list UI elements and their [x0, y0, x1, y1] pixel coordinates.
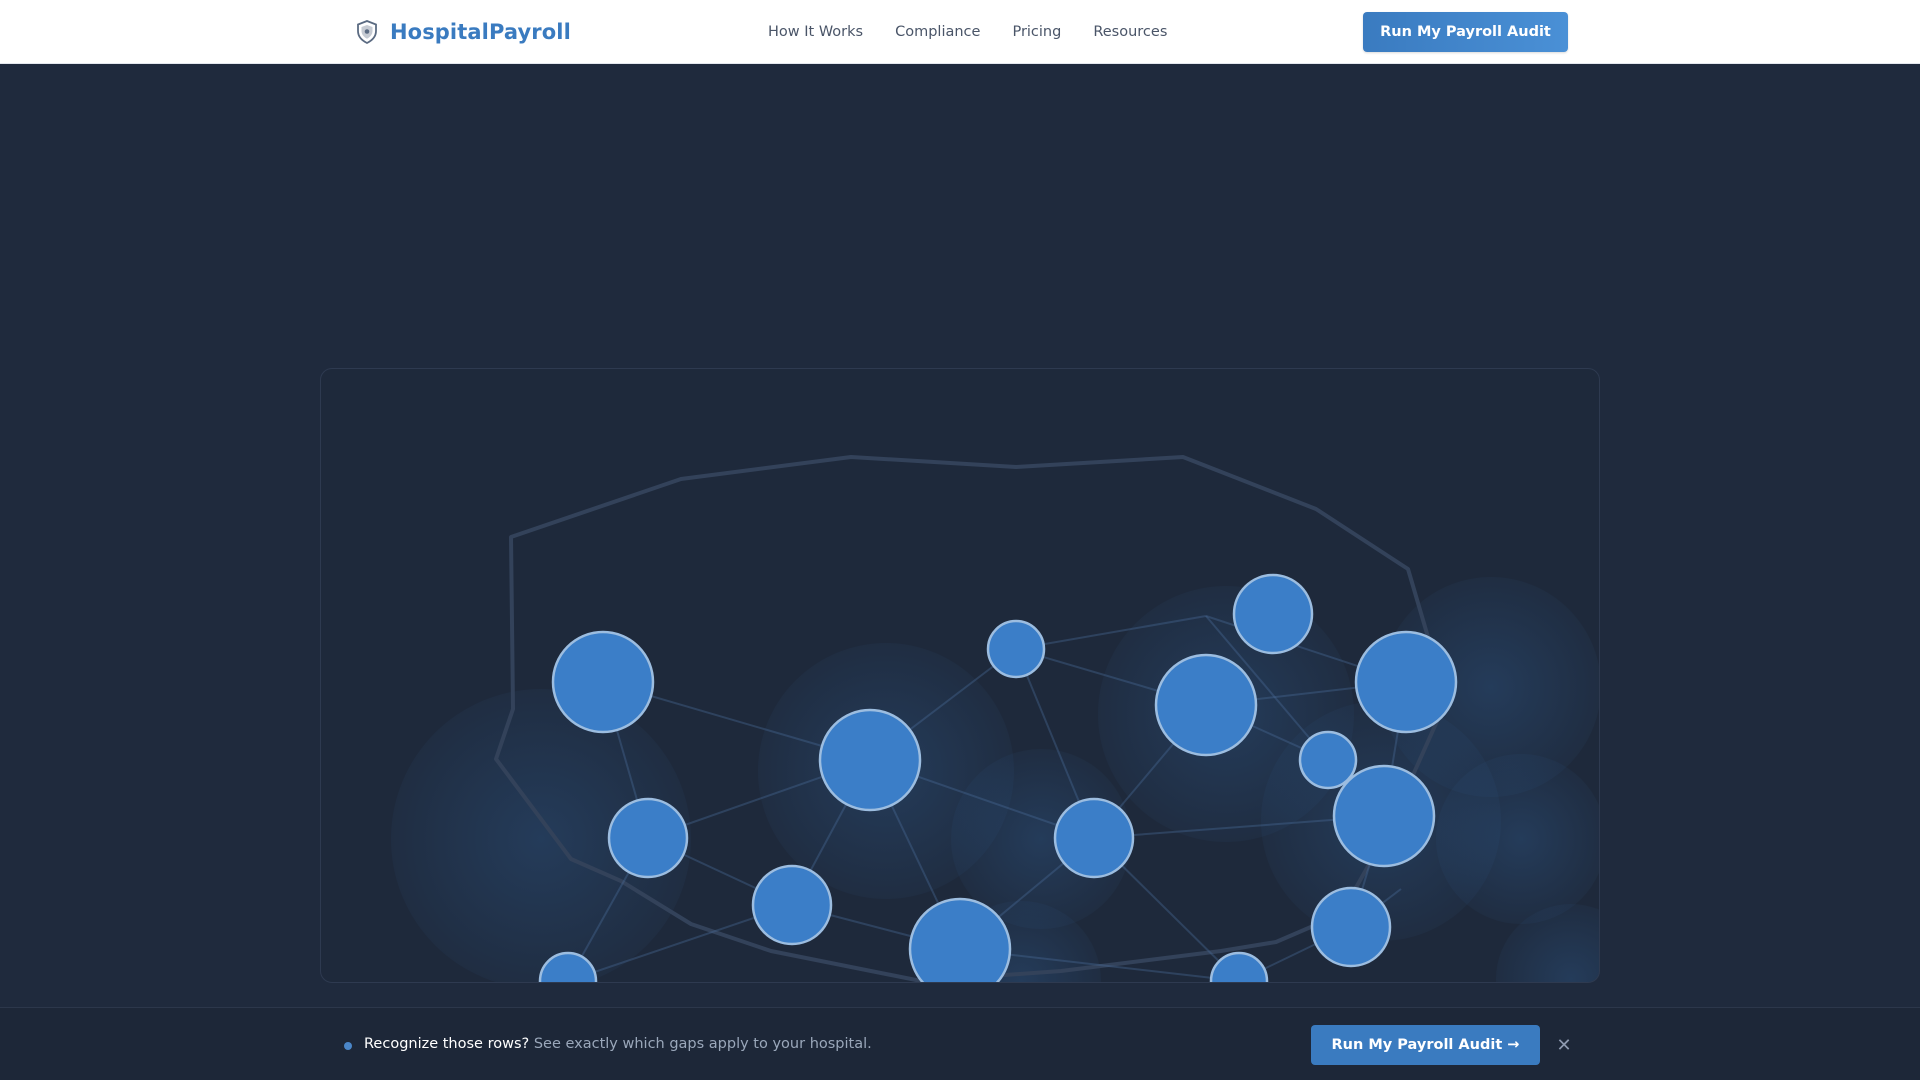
- sticky-run-audit-button[interactable]: Run My Payroll Audit →: [1311, 1025, 1540, 1065]
- node: [751, 864, 833, 946]
- node: [818, 708, 922, 812]
- node: [1209, 951, 1269, 982]
- network-graph-svg: [391, 455, 1599, 982]
- node: [1298, 730, 1358, 790]
- node: [1232, 573, 1314, 655]
- close-icon[interactable]: ✕: [1552, 1034, 1576, 1058]
- run-audit-button[interactable]: Run My Payroll Audit: [1363, 12, 1568, 52]
- node: [908, 897, 1012, 982]
- node: [607, 797, 689, 879]
- node: [1354, 630, 1458, 734]
- brand-logo[interactable]: HospitalPayroll: [356, 18, 571, 46]
- shield-icon: [357, 20, 377, 44]
- brand-name: HospitalPayroll: [390, 20, 571, 44]
- nav-link-resources[interactable]: Resources: [1093, 24, 1167, 40]
- top-navbar: HospitalPayroll How It Works Compliance …: [0, 0, 1920, 64]
- sticky-headline: Recognize those rows?: [364, 1036, 530, 1052]
- sticky-subtext: See exactly which gaps apply to your hos…: [529, 1036, 872, 1052]
- node: [1154, 653, 1258, 757]
- sticky-cta-bar: Recognize those rows? See exactly which …: [0, 1007, 1920, 1080]
- network-map-visual: [320, 368, 1600, 983]
- nav-link-pricing[interactable]: Pricing: [1012, 24, 1061, 40]
- node: [1332, 764, 1436, 868]
- nav-link-compliance[interactable]: Compliance: [895, 24, 980, 40]
- nav-links: How It Works Compliance Pricing Resource…: [768, 20, 1167, 44]
- nav-link-how-it-works[interactable]: How It Works: [768, 24, 863, 40]
- node: [1310, 886, 1392, 968]
- node: [551, 630, 655, 734]
- node: [986, 619, 1046, 679]
- node: [1053, 797, 1135, 879]
- status-dot: [344, 1042, 352, 1050]
- sticky-message: Recognize those rows? See exactly which …: [364, 1036, 872, 1052]
